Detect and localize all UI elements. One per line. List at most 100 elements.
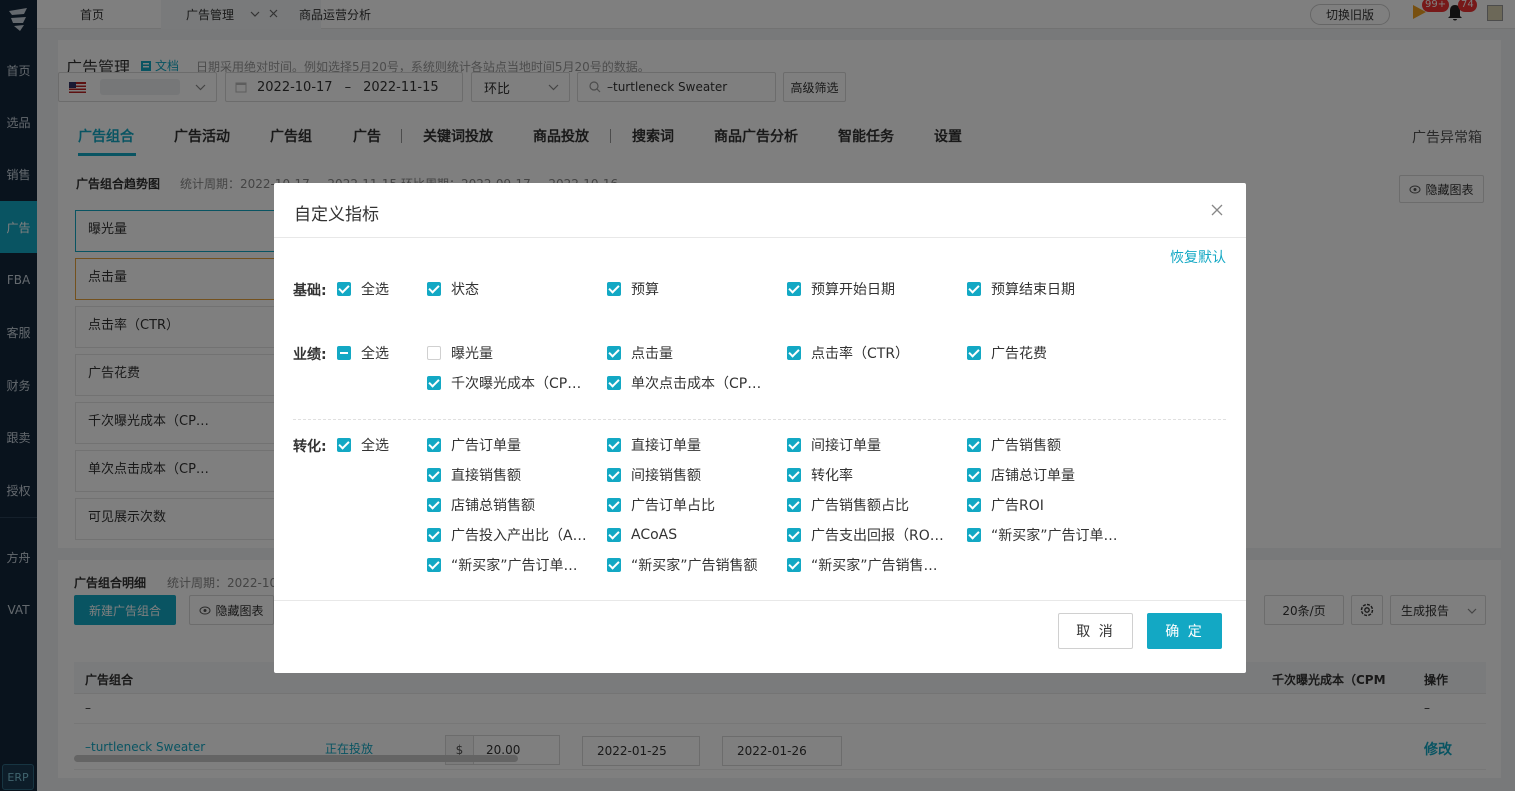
- checkbox-label: 间接订单量: [811, 438, 881, 454]
- modal-header-divider: [274, 237, 1246, 238]
- checkbox-item[interactable]: 店铺总销售额: [427, 496, 535, 514]
- checkbox-label: 状态: [451, 282, 479, 298]
- select-all-basic[interactable]: 全选: [337, 280, 389, 298]
- checkbox[interactable]: [607, 468, 621, 482]
- checkbox-item[interactable]: “新买家”广告销售额: [607, 556, 758, 574]
- checkbox-item[interactable]: 广告订单量: [427, 436, 521, 454]
- checkbox-label: 间接销售额: [631, 468, 701, 484]
- checkbox-label: 直接销售额: [451, 468, 521, 484]
- checkbox-item[interactable]: 广告订单占比: [607, 496, 715, 514]
- checkbox[interactable]: [967, 282, 981, 296]
- checkbox-label: 预算结束日期: [991, 282, 1075, 298]
- checkbox-item[interactable]: 预算: [607, 280, 659, 298]
- select-all-conversion[interactable]: 全选: [337, 436, 389, 454]
- checkbox-item[interactable]: 广告销售额占比: [787, 496, 909, 514]
- checkbox[interactable]: [427, 376, 441, 390]
- modal-title: 自定义指标: [294, 205, 379, 225]
- checkbox-item[interactable]: 曝光量: [427, 344, 493, 362]
- checkbox-item[interactable]: “新买家”广告订单…: [967, 526, 1118, 544]
- checkbox-item[interactable]: 间接销售额: [607, 466, 701, 484]
- checkbox[interactable]: [427, 468, 441, 482]
- checkbox-label: 广告花费: [991, 346, 1047, 362]
- checkbox[interactable]: [967, 468, 981, 482]
- checkbox-item[interactable]: 广告花费: [967, 344, 1047, 362]
- checkbox[interactable]: [607, 282, 621, 296]
- checkbox-label: 点击率（CTR）: [811, 346, 910, 362]
- checkbox[interactable]: [427, 282, 441, 296]
- checkbox-label: “新买家”广告销售额: [631, 558, 758, 574]
- checkbox-item[interactable]: 直接销售额: [427, 466, 521, 484]
- checkbox-item[interactable]: 广告ROI: [967, 496, 1044, 514]
- checkbox[interactable]: [787, 558, 801, 572]
- checkbox-item[interactable]: 预算结束日期: [967, 280, 1075, 298]
- checkbox-label: 转化率: [811, 468, 853, 484]
- checkbox-item[interactable]: 广告销售额: [967, 436, 1061, 454]
- checkbox-label: “新买家”广告订单…: [451, 558, 578, 574]
- restore-default-link[interactable]: 恢复默认: [1170, 247, 1226, 267]
- checkbox[interactable]: [337, 282, 351, 296]
- checkbox-item[interactable]: 广告支出回报（RO…: [787, 526, 944, 544]
- checkbox-label: 广告ROI: [991, 498, 1044, 514]
- close-icon[interactable]: [1210, 203, 1224, 217]
- checkbox[interactable]: [967, 528, 981, 542]
- checkbox-label: ACoAS: [631, 527, 678, 543]
- checkbox[interactable]: [607, 558, 621, 572]
- checkbox-label: 点击量: [631, 346, 673, 362]
- checkbox-label: 全选: [361, 346, 389, 362]
- checkbox-item[interactable]: 千次曝光成本（CP…: [427, 374, 581, 392]
- checkbox[interactable]: [427, 498, 441, 512]
- group-label-basic: 基础:: [293, 283, 327, 299]
- checkbox-label: 预算开始日期: [811, 282, 895, 298]
- checkbox[interactable]: [787, 468, 801, 482]
- checkbox-item[interactable]: “新买家”广告订单…: [427, 556, 578, 574]
- checkbox-item[interactable]: 间接订单量: [787, 436, 881, 454]
- checkbox[interactable]: [607, 376, 621, 390]
- checkbox[interactable]: [787, 528, 801, 542]
- checkbox-item[interactable]: 广告投入产出比（A…: [427, 526, 587, 544]
- checkbox[interactable]: [967, 346, 981, 360]
- group-label-performance: 业绩:: [293, 347, 327, 363]
- checkbox-label: 店铺总销售额: [451, 498, 535, 514]
- checkbox[interactable]: [787, 282, 801, 296]
- checkbox[interactable]: [337, 438, 351, 452]
- checkbox[interactable]: [787, 346, 801, 360]
- checkbox[interactable]: [787, 498, 801, 512]
- checkbox-item[interactable]: 预算开始日期: [787, 280, 895, 298]
- checkbox-item[interactable]: 转化率: [787, 466, 853, 484]
- checkbox-label: “新买家”广告销售…: [811, 558, 938, 574]
- checkbox-item[interactable]: 点击率（CTR）: [787, 344, 909, 362]
- checkbox[interactable]: [337, 346, 351, 360]
- checkbox-item[interactable]: 点击量: [607, 344, 673, 362]
- checkbox-label: 曝光量: [451, 346, 493, 362]
- checkbox-label: 全选: [361, 282, 389, 298]
- checkbox[interactable]: [967, 498, 981, 512]
- custom-metrics-modal: 自定义指标 恢复默认 基础: 全选 状态 预算 预算开始日期 预算结束日期 业绩…: [274, 183, 1246, 673]
- select-all-performance[interactable]: 全选: [337, 344, 389, 362]
- checkbox[interactable]: [427, 528, 441, 542]
- checkbox[interactable]: [607, 498, 621, 512]
- modal-footer-divider: [274, 600, 1246, 601]
- checkbox-label: 全选: [361, 438, 389, 454]
- checkbox-item[interactable]: “新买家”广告销售…: [787, 556, 938, 574]
- confirm-button[interactable]: 确 定: [1147, 613, 1222, 649]
- checkbox[interactable]: [427, 438, 441, 452]
- checkbox-item[interactable]: 直接订单量: [607, 436, 701, 454]
- checkbox-item[interactable]: 单次点击成本（CP…: [607, 374, 761, 392]
- checkbox[interactable]: [967, 438, 981, 452]
- cancel-button[interactable]: 取 消: [1058, 613, 1133, 649]
- checkbox[interactable]: [607, 438, 621, 452]
- checkbox[interactable]: [427, 558, 441, 572]
- checkbox[interactable]: [607, 528, 621, 542]
- checkbox-label: 单次点击成本（CP…: [631, 376, 762, 392]
- group-label-conversion: 转化:: [293, 439, 327, 455]
- checkbox-item[interactable]: 店铺总订单量: [967, 466, 1075, 484]
- checkbox[interactable]: [427, 346, 441, 360]
- checkbox-label: 广告支出回报（RO…: [811, 528, 944, 544]
- group-divider: [293, 419, 1226, 420]
- checkbox[interactable]: [787, 438, 801, 452]
- checkbox-label: 广告订单占比: [631, 498, 715, 514]
- checkbox-label: 店铺总订单量: [991, 468, 1075, 484]
- checkbox[interactable]: [607, 346, 621, 360]
- checkbox-item[interactable]: ACoAS: [607, 526, 677, 544]
- checkbox-item[interactable]: 状态: [427, 280, 479, 298]
